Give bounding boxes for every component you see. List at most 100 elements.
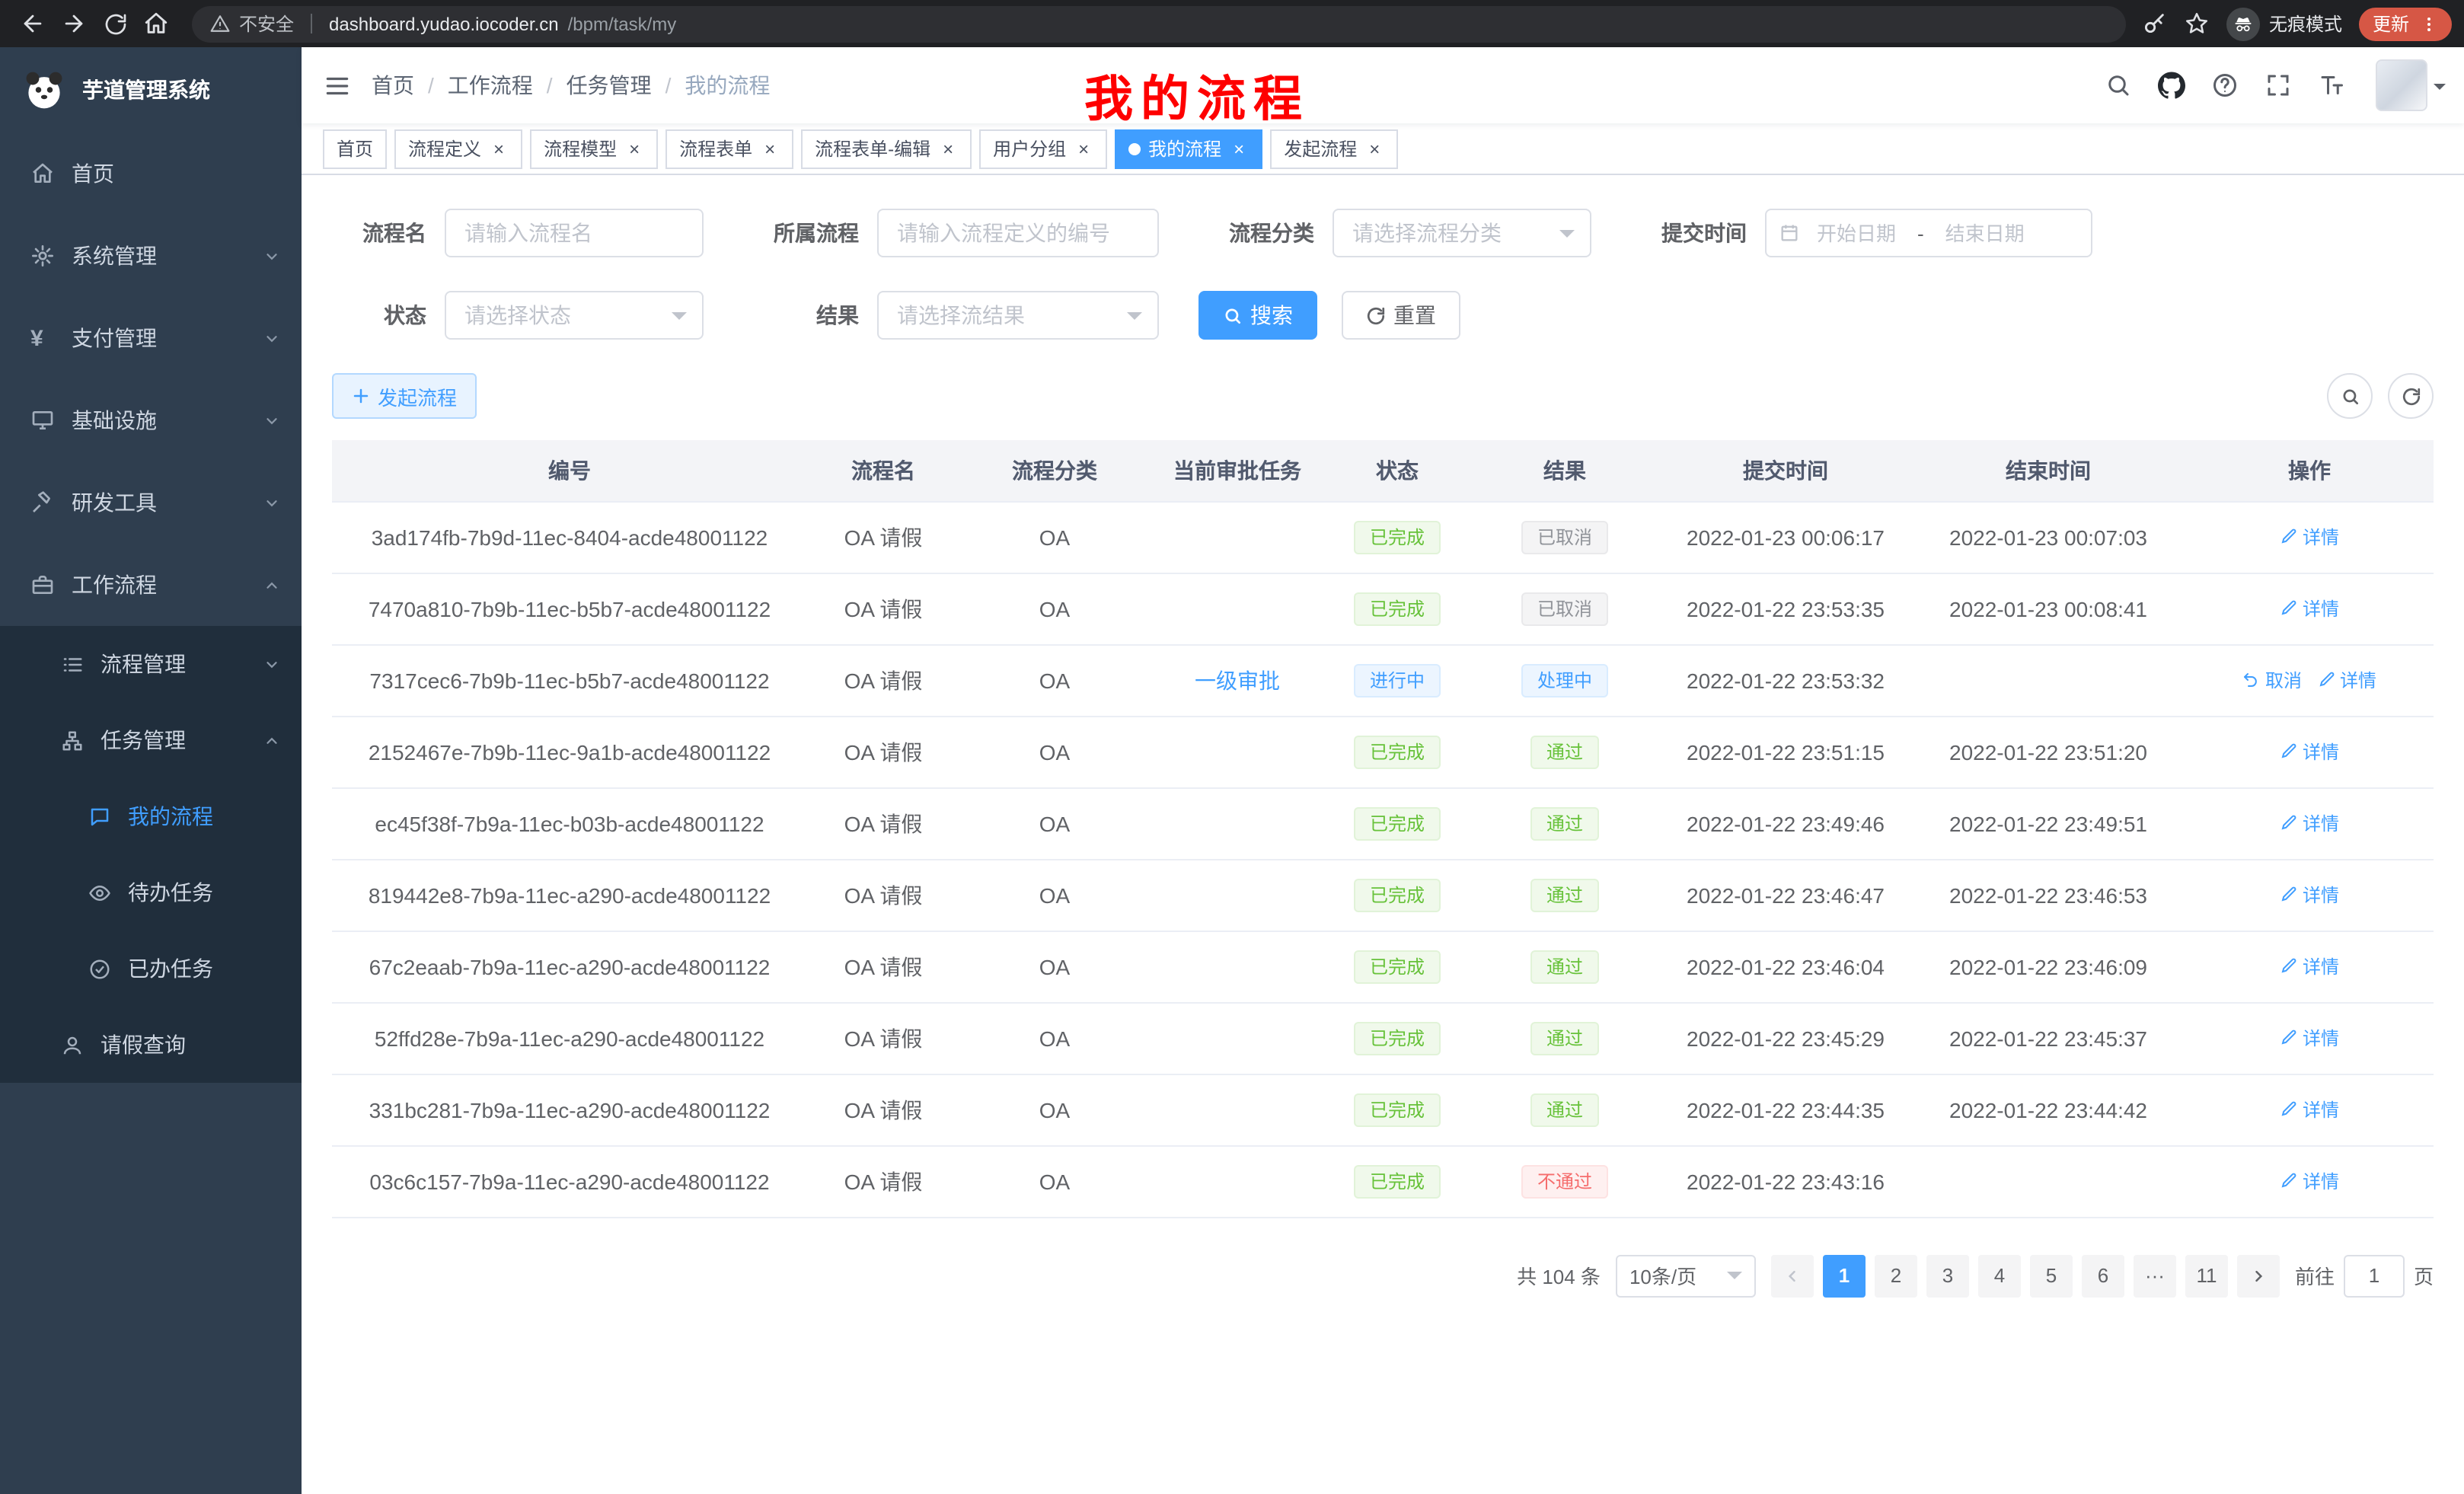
tab-initiate-process[interactable]: 发起流程 [1270, 129, 1398, 168]
status-badge: 已完成 [1355, 735, 1440, 768]
result-badge: 通过 [1531, 950, 1598, 983]
update-button[interactable]: 更新 [2359, 7, 2452, 40]
breadcrumb-home[interactable]: 首页 [372, 70, 414, 101]
cancel-link[interactable]: 取消 [2242, 667, 2302, 693]
detail-link[interactable]: 详情 [2280, 595, 2339, 621]
status-label: 状态 [332, 300, 445, 330]
browser-reload-icon[interactable] [94, 3, 136, 44]
result-select[interactable]: 请选择流结果 [877, 291, 1159, 340]
search-icon[interactable] [2105, 72, 2132, 99]
page-button-5[interactable]: 5 [2030, 1254, 2073, 1297]
browser-back-icon[interactable] [12, 3, 53, 44]
page-size-select[interactable]: 10条/页 [1616, 1254, 1756, 1297]
page-button-4[interactable]: 4 [1978, 1254, 2021, 1297]
detail-link[interactable]: 详情 [2280, 524, 2339, 550]
toggle-search-icon[interactable] [2327, 373, 2373, 419]
column-header-task: 当前审批任务 [1150, 440, 1325, 501]
tab-my-process[interactable]: 我的流程 [1115, 129, 1262, 168]
cell-end-time: 2022-01-23 00:08:41 [1911, 573, 2185, 644]
end-date-input[interactable] [1930, 222, 2040, 244]
detail-link[interactable]: 详情 [2317, 667, 2376, 693]
sidebar-item-home[interactable]: 首页 [0, 132, 302, 215]
process-name-input[interactable] [445, 209, 704, 257]
refresh-table-icon[interactable] [2388, 373, 2434, 419]
password-key-icon[interactable] [2141, 11, 2167, 37]
browser-home-icon[interactable] [136, 3, 177, 44]
sidebar-item-leave-query[interactable]: 请假查询 [0, 1007, 302, 1083]
sidebar-item-workflow[interactable]: 工作流程 [0, 544, 302, 626]
sidebar-item-process-management[interactable]: 流程管理 [0, 626, 302, 702]
security-label[interactable]: 不安全 [239, 11, 294, 37]
tab-close-icon[interactable] [760, 139, 780, 158]
tab-process-form-edit[interactable]: 流程表单-编辑 [801, 129, 972, 168]
search-button[interactable]: 搜索 [1198, 291, 1317, 340]
help-icon[interactable] [2211, 72, 2239, 99]
sidebar-item-done-tasks[interactable]: 已办任务 [0, 931, 302, 1007]
status-select[interactable]: 请选择状态 [445, 291, 704, 340]
table-row: 2152467e-7b9b-11ec-9a1b-acde48001122OA 请… [332, 716, 2434, 787]
sidebar-item-devtools[interactable]: 研发工具 [0, 461, 302, 544]
avatar[interactable] [2376, 59, 2427, 111]
github-icon[interactable] [2158, 72, 2185, 99]
tab-process-form[interactable]: 流程表单 [665, 129, 793, 168]
page-button-3[interactable]: 3 [1926, 1254, 1969, 1297]
tab-close-icon[interactable] [1229, 139, 1249, 158]
tab-close-icon[interactable] [489, 139, 509, 158]
sidebar-item-todo-tasks[interactable]: 待办任务 [0, 854, 302, 931]
goto-page-input[interactable] [2344, 1254, 2405, 1297]
omnibox-divider [311, 14, 312, 34]
next-page-button[interactable] [2237, 1254, 2280, 1297]
tab-close-icon[interactable] [1074, 139, 1093, 158]
edit-icon [2280, 599, 2298, 618]
create-process-button[interactable]: 发起流程 [332, 373, 477, 419]
tab-close-icon[interactable] [624, 139, 644, 158]
detail-link[interactable]: 详情 [2280, 810, 2339, 836]
tab-process-definition[interactable]: 流程定义 [394, 129, 522, 168]
page-button-2[interactable]: 2 [1875, 1254, 1917, 1297]
sidebar-item-system[interactable]: 系统管理 [0, 215, 302, 297]
chevron-down-icon [263, 412, 280, 429]
tab-user-group[interactable]: 用户分组 [979, 129, 1107, 168]
detail-link[interactable]: 详情 [2280, 953, 2339, 979]
detail-link[interactable]: 详情 [2280, 882, 2339, 908]
browser-forward-icon[interactable] [53, 3, 94, 44]
detail-link[interactable]: 详情 [2280, 1168, 2339, 1194]
page-button-6[interactable]: 6 [2082, 1254, 2124, 1297]
cell-name: OA 请假 [807, 1074, 959, 1145]
sidebar-collapse-icon[interactable] [302, 47, 372, 123]
incognito-profile[interactable]: 无痕模式 [2226, 7, 2342, 40]
cell-task [1150, 1145, 1325, 1217]
font-size-icon[interactable] [2318, 72, 2345, 99]
prev-page-button[interactable] [1771, 1254, 1814, 1297]
tab-process-model[interactable]: 流程模型 [530, 129, 658, 168]
category-select[interactable]: 请选择流程分类 [1333, 209, 1591, 257]
detail-link[interactable]: 详情 [2280, 1097, 2339, 1122]
fullscreen-icon[interactable] [2265, 72, 2292, 99]
start-date-input[interactable] [1802, 222, 1911, 244]
breadcrumb-task-management[interactable]: 任务管理 [567, 70, 652, 101]
tab-close-icon[interactable] [1364, 139, 1384, 158]
refresh-icon [1366, 305, 1386, 325]
table-row: 7317cec6-7b9b-11ec-b5b7-acde48001122OA 请… [332, 644, 2434, 716]
detail-link[interactable]: 详情 [2280, 739, 2339, 765]
app-logo[interactable]: 芋道管理系统 [0, 47, 302, 132]
sidebar-item-my-process[interactable]: 我的流程 [0, 778, 302, 854]
sidebar-item-task-management[interactable]: 任务管理 [0, 702, 302, 778]
breadcrumb-workflow[interactable]: 工作流程 [448, 70, 533, 101]
more-pages-button[interactable]: ··· [2134, 1254, 2176, 1297]
current-task-link[interactable]: 一级审批 [1195, 668, 1280, 692]
submit-time-range-picker[interactable]: - [1765, 209, 2092, 257]
reset-button[interactable]: 重置 [1342, 291, 1460, 340]
page-button-1[interactable]: 1 [1823, 1254, 1866, 1297]
detail-link[interactable]: 详情 [2280, 1025, 2339, 1051]
sidebar-item-payment[interactable]: ¥ 支付管理 [0, 297, 302, 379]
sidebar-item-infra[interactable]: 基础设施 [0, 379, 302, 461]
page-button-11[interactable]: 11 [2185, 1254, 2228, 1297]
address-bar[interactable]: 不安全 dashboard.yudao.iocoder.cn/bpm/task/… [192, 5, 2126, 42]
user-menu[interactable] [2376, 59, 2446, 111]
bookmark-star-icon[interactable] [2184, 11, 2210, 37]
tab-home[interactable]: 首页 [323, 129, 387, 168]
tab-close-icon[interactable] [938, 139, 958, 158]
owner-process-input[interactable] [877, 209, 1159, 257]
chevron-down-icon [1127, 311, 1142, 327]
